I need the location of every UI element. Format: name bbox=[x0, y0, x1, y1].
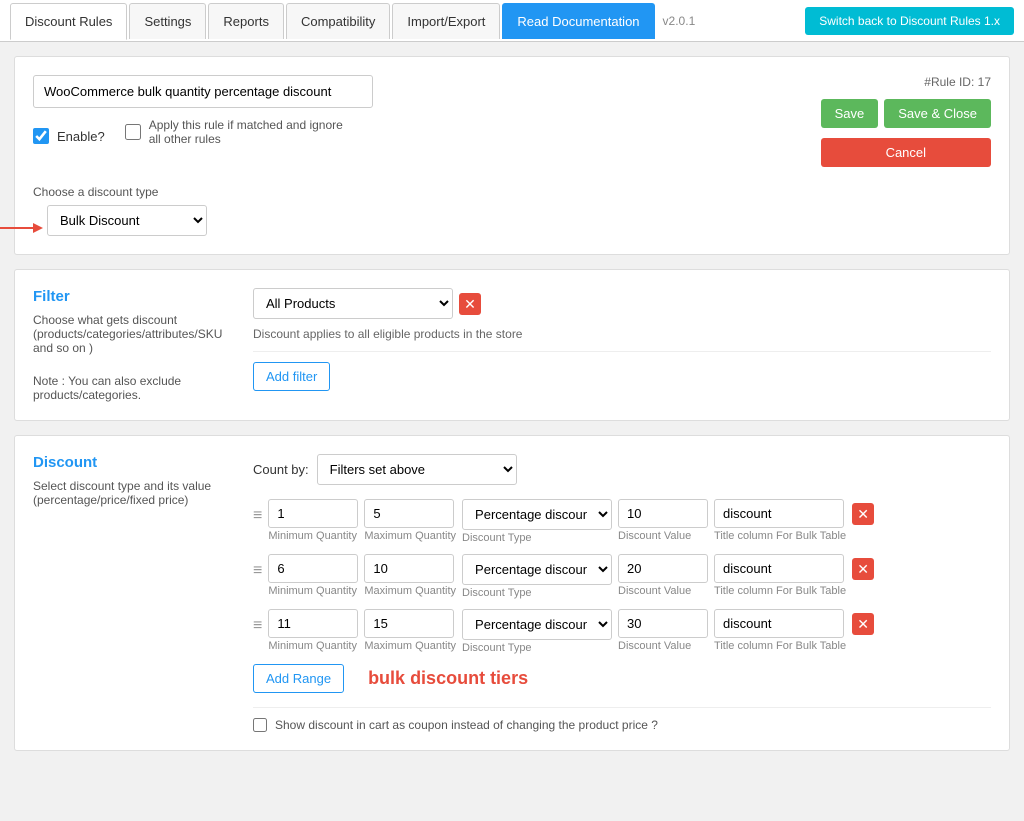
rule-config-card: WooCommerce bulk quantity percentage dis… bbox=[14, 56, 1010, 255]
tier-title-label-1: Title column For Bulk Table bbox=[714, 530, 846, 542]
min-qty-1[interactable] bbox=[268, 499, 358, 528]
discount-title: Discount bbox=[33, 454, 233, 471]
rule-actions: #Rule ID: 17 Save Save & Close Cancel bbox=[821, 75, 991, 167]
apply-label: Apply this rule if matched and ignore al… bbox=[149, 118, 349, 146]
tier-title-label-2: Title column For Bulk Table bbox=[714, 585, 846, 597]
tier-row-2: ≡ Minimum Quantity Maximum Quantity Perc… bbox=[253, 554, 991, 599]
discount-type-select[interactable]: Bulk Discount Simple Discount Buy X Get … bbox=[47, 205, 207, 236]
apply-checkbox[interactable] bbox=[125, 124, 141, 140]
filter-hint: Discount applies to all eligible product… bbox=[253, 327, 991, 341]
filter-title: Filter bbox=[33, 288, 233, 305]
remove-tier-2-button[interactable]: ✕ bbox=[852, 558, 874, 580]
drag-handle-2[interactable]: ≡ bbox=[253, 554, 262, 580]
tier-title-1[interactable] bbox=[714, 499, 844, 528]
add-range-button[interactable]: Add Range bbox=[253, 664, 344, 693]
cancel-button[interactable]: Cancel bbox=[821, 138, 991, 167]
coupon-checkbox[interactable] bbox=[253, 718, 267, 732]
max-qty-label-3: Maximum Quantity bbox=[364, 640, 456, 652]
bulk-tiers-label: bulk discount tiers bbox=[368, 668, 528, 689]
discount-type-label: Choose a discount type bbox=[33, 185, 991, 199]
discount-type-3[interactable]: Percentage discount Fixed discount Fixed… bbox=[462, 609, 612, 640]
min-qty-2[interactable] bbox=[268, 554, 358, 583]
enable-label: Enable? bbox=[57, 129, 105, 144]
discount-value-1[interactable] bbox=[618, 499, 708, 528]
max-qty-3[interactable] bbox=[364, 609, 454, 638]
discount-value-3[interactable] bbox=[618, 609, 708, 638]
max-qty-2[interactable] bbox=[364, 554, 454, 583]
tier-title-3[interactable] bbox=[714, 609, 844, 638]
tab-read-documentation[interactable]: Read Documentation bbox=[502, 3, 654, 39]
discount-type-label-1: Discount Type bbox=[462, 532, 612, 544]
tab-import-export[interactable]: Import/Export bbox=[392, 3, 500, 39]
version-label: v2.0.1 bbox=[663, 14, 696, 28]
tab-compatibility[interactable]: Compatibility bbox=[286, 3, 390, 39]
discount-value-label-2: Discount Value bbox=[618, 585, 708, 597]
add-filter-button[interactable]: Add filter bbox=[253, 362, 330, 391]
tab-settings[interactable]: Settings bbox=[129, 3, 206, 39]
filter-note: Note : You can also excludeproducts/cate… bbox=[33, 374, 233, 402]
discount-type-label-2: Discount Type bbox=[462, 587, 612, 599]
save-close-button[interactable]: Save & Close bbox=[884, 99, 991, 128]
top-nav: Discount Rules Settings Reports Compatib… bbox=[0, 0, 1024, 42]
filter-type-select[interactable]: All Products Specific Products Product C… bbox=[253, 288, 453, 319]
discount-desc: Select discount type and its value(perce… bbox=[33, 479, 233, 507]
rule-id-value: 17 bbox=[978, 75, 991, 89]
enable-checkbox[interactable] bbox=[33, 128, 49, 144]
tier-title-2[interactable] bbox=[714, 554, 844, 583]
tab-reports[interactable]: Reports bbox=[208, 3, 284, 39]
discount-type-1[interactable]: Percentage discount Fixed discount Fixed… bbox=[462, 499, 612, 530]
remove-filter-button[interactable]: ✕ bbox=[459, 293, 481, 315]
tier-row-1: ≡ Minimum Quantity Maximum Quantity Perc… bbox=[253, 499, 991, 544]
filter-card: Filter Choose what gets discount(product… bbox=[14, 269, 1010, 421]
tier-row-3: ≡ Minimum Quantity Maximum Quantity Perc… bbox=[253, 609, 991, 654]
count-by-label: Count by: bbox=[253, 462, 309, 477]
rule-id-label: #Rule ID: bbox=[924, 75, 974, 89]
filter-desc: Choose what gets discount(products/categ… bbox=[33, 313, 233, 355]
min-qty-3[interactable] bbox=[268, 609, 358, 638]
remove-tier-1-button[interactable]: ✕ bbox=[852, 503, 874, 525]
switch-back-button[interactable]: Switch back to Discount Rules 1.x bbox=[805, 7, 1014, 35]
min-qty-label-2: Minimum Quantity bbox=[268, 585, 358, 597]
drag-handle-3[interactable]: ≡ bbox=[253, 609, 262, 635]
save-button[interactable]: Save bbox=[821, 99, 879, 128]
discount-type-label-3: Discount Type bbox=[462, 642, 612, 654]
discount-card: Discount Select discount type and its va… bbox=[14, 435, 1010, 751]
drag-handle-1[interactable]: ≡ bbox=[253, 499, 262, 525]
max-qty-label-2: Maximum Quantity bbox=[364, 585, 456, 597]
min-qty-label-1: Minimum Quantity bbox=[268, 530, 358, 542]
max-qty-1[interactable] bbox=[364, 499, 454, 528]
min-qty-label-3: Minimum Quantity bbox=[268, 640, 358, 652]
rule-name-input[interactable]: WooCommerce bulk quantity percentage dis… bbox=[33, 75, 373, 108]
discount-type-2[interactable]: Percentage discount Fixed discount Fixed… bbox=[462, 554, 612, 585]
tab-discount-rules[interactable]: Discount Rules bbox=[10, 3, 127, 40]
count-by-select[interactable]: Filters set above Cart Quantity bbox=[317, 454, 517, 485]
coupon-label: Show discount in cart as coupon instead … bbox=[275, 718, 658, 732]
discount-value-label-3: Discount Value bbox=[618, 640, 708, 652]
remove-tier-3-button[interactable]: ✕ bbox=[852, 613, 874, 635]
tier-title-label-3: Title column For Bulk Table bbox=[714, 640, 846, 652]
discount-value-label-1: Discount Value bbox=[618, 530, 708, 542]
discount-value-2[interactable] bbox=[618, 554, 708, 583]
max-qty-label-1: Maximum Quantity bbox=[364, 530, 456, 542]
